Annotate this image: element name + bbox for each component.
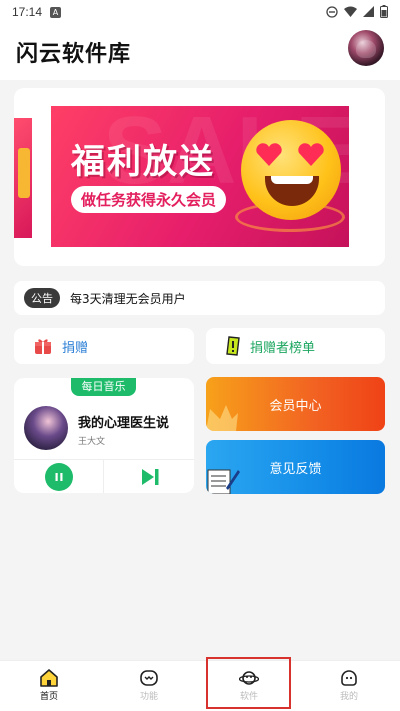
tab-label: 功能: [139, 692, 158, 702]
status-bar: 17:14 A: [0, 0, 400, 24]
vip-center-label: 会员中心: [269, 398, 322, 414]
home-icon: [40, 669, 58, 687]
notification-icon: A: [50, 6, 62, 18]
divider: [103, 460, 104, 493]
announcement-text: 每3天清理无会员用户: [70, 291, 186, 306]
status-icons: [326, 5, 388, 18]
tab-label: 我的: [339, 692, 358, 702]
heart-eyes-emoji-icon: [241, 120, 341, 220]
battery-icon: [380, 5, 388, 18]
notepad-decoration-icon: [207, 469, 240, 494]
software-tab-highlight: [206, 657, 291, 709]
wifi-icon: [344, 6, 357, 17]
tab-home[interactable]: 首页: [19, 669, 79, 702]
gift-icon: [35, 339, 51, 354]
banner-prev-peek[interactable]: [14, 118, 32, 238]
donate-label: 捐赠: [62, 340, 89, 356]
banner-carousel[interactable]: SALE 福利放送 做任务获得永久会员: [14, 88, 385, 266]
song-artist: 王大文: [78, 437, 106, 447]
app-header: 闪云软件库: [0, 24, 400, 80]
heart-eye-left-icon: [256, 143, 282, 166]
dnd-icon: [326, 5, 338, 18]
emoji-mouth: [265, 176, 319, 206]
tab-mine[interactable]: 我的: [319, 669, 379, 702]
divider: [14, 459, 194, 460]
status-time: 17:14: [12, 5, 43, 19]
daily-music-card: 每日音乐 我的心理医生说 王大文: [14, 378, 194, 493]
vip-center-button[interactable]: 会员中心: [206, 377, 385, 431]
signal-icon: [363, 6, 374, 17]
function-face-icon: [140, 670, 158, 686]
banner-subtitle: 做任务获得永久会员: [71, 186, 227, 213]
announcement-tag: 公告: [24, 288, 60, 308]
announcement-bar[interactable]: 公告 每3天清理无会员用户: [14, 281, 385, 315]
next-track-icon[interactable]: [140, 467, 160, 487]
daily-music-badge: 每日音乐: [71, 378, 136, 396]
tab-functions[interactable]: 功能: [119, 669, 179, 702]
feedback-label: 意见反馈: [269, 461, 322, 477]
app-title: 闪云软件库: [16, 42, 132, 67]
user-avatar[interactable]: [348, 30, 384, 66]
donor-rank-label: 捐赠者榜单: [250, 340, 316, 356]
feedback-button[interactable]: 意见反馈: [206, 440, 385, 494]
song-title: 我的心理医生说: [78, 416, 170, 431]
crown-decoration-icon: [206, 405, 238, 431]
bottom-tab-bar: 首页 功能 软件 我的: [0, 660, 400, 711]
pause-icon: [55, 473, 63, 481]
donor-rank-button[interactable]: 捐赠者榜单: [206, 328, 385, 364]
banner-title: 福利放送: [71, 142, 215, 182]
tab-label: 首页: [39, 692, 58, 702]
donate-button[interactable]: 捐赠: [14, 328, 194, 364]
pause-button[interactable]: [45, 463, 73, 491]
heart-eye-right-icon: [298, 143, 324, 166]
banner-slide[interactable]: SALE 福利放送 做任务获得永久会员: [51, 106, 349, 247]
exclamation-tag-icon: [226, 336, 240, 356]
profile-face-icon: [341, 670, 357, 686]
album-cover: [24, 406, 68, 450]
